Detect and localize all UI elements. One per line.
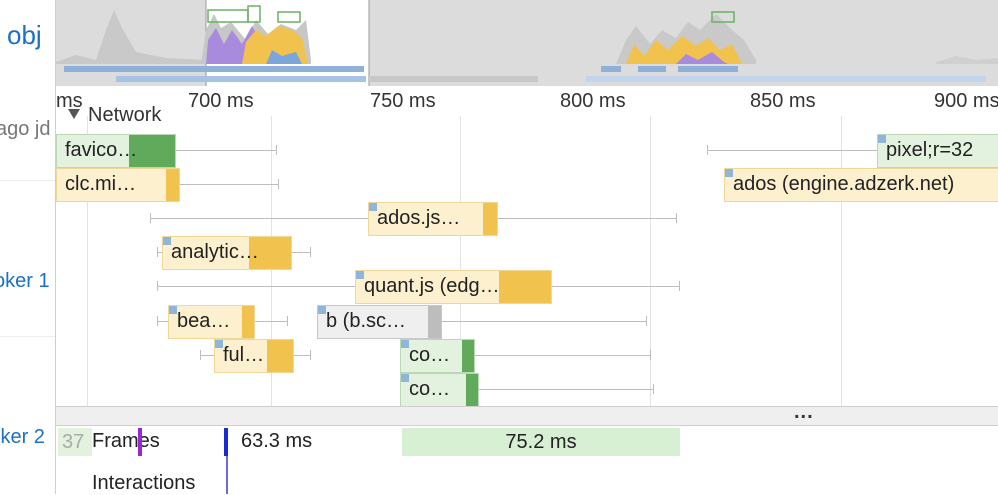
request-whisker	[646, 316, 647, 326]
network-track-header[interactable]: Network	[68, 104, 161, 127]
left-panel-divider	[0, 180, 56, 181]
request-label: quant.js (edg…	[364, 275, 500, 297]
tick-label: 850 ms	[750, 90, 816, 112]
interactions-title: Interactions	[92, 472, 196, 494]
left-panel-title: obj	[7, 20, 42, 50]
request-whisker	[310, 247, 311, 257]
request-whisker	[157, 321, 168, 322]
request-label: ados (engine.adzerk.net)	[733, 173, 955, 195]
request-whisker	[200, 350, 201, 360]
tick-label: 700 ms	[188, 90, 254, 112]
timeline-overview[interactable]	[56, 0, 998, 86]
priority-marker	[878, 135, 886, 143]
request-whisker	[650, 350, 651, 360]
priority-marker	[356, 271, 364, 279]
request-whisker	[469, 389, 653, 390]
network-request[interactable]: bea…	[168, 305, 255, 339]
track-splitter[interactable]: ...	[56, 401, 998, 426]
overview-graph	[56, 0, 998, 86]
request-whisker	[200, 355, 214, 356]
request-whisker	[165, 150, 276, 151]
priority-marker	[163, 237, 171, 245]
request-whisker	[707, 145, 708, 155]
request-whisker	[150, 218, 368, 219]
left-panel-link-worker1[interactable]: oker 1	[0, 270, 50, 293]
left-panel-text-ago[interactable]: ago jd	[0, 118, 51, 141]
priority-marker	[215, 340, 223, 348]
network-request[interactable]: ados (engine.adzerk.net)	[724, 168, 998, 202]
network-request[interactable]: co…	[400, 339, 475, 373]
network-request[interactable]: pixel;r=32	[877, 134, 998, 168]
triangle-down-icon[interactable]	[68, 109, 80, 119]
frame-block[interactable]: 37	[58, 428, 92, 456]
left-panel: obj ago jd oker 1 lker 2	[0, 0, 56, 494]
network-request[interactable]: clc.mi…	[56, 168, 180, 202]
request-whisker	[542, 286, 679, 287]
request-label: bea…	[177, 310, 231, 332]
network-request[interactable]: favico…	[56, 134, 176, 168]
more-dots-icon[interactable]: ...	[794, 401, 814, 424]
request-label: co…	[409, 378, 451, 400]
left-panel-divider	[0, 336, 56, 337]
request-label: ados.js…	[377, 207, 461, 229]
grid-line	[841, 86, 842, 406]
request-label: analytic…	[171, 241, 259, 263]
network-request[interactable]: ful…	[214, 339, 294, 373]
frame-duration[interactable]: 75.2 ms	[402, 428, 680, 456]
priority-marker	[169, 306, 177, 314]
frame-marker	[138, 428, 142, 456]
frames-title: Frames	[92, 430, 160, 452]
frame-marker	[224, 428, 228, 456]
request-whisker	[157, 247, 158, 257]
tick-label: 900 ms	[934, 90, 998, 112]
network-request[interactable]: b (b.sc…	[317, 305, 442, 339]
frame-duration[interactable]: 63.3 ms	[241, 430, 312, 453]
request-whisker	[157, 316, 158, 326]
interaction-marker	[226, 456, 228, 494]
request-whisker	[310, 350, 311, 360]
priority-marker	[369, 203, 377, 211]
priority-marker	[318, 306, 326, 314]
request-whisker	[679, 281, 680, 291]
request-whisker	[157, 286, 355, 287]
priority-marker	[401, 340, 409, 348]
request-whisker	[278, 179, 279, 189]
request-label: pixel;r=32	[886, 139, 974, 161]
request-whisker	[276, 145, 277, 155]
request-label: favico…	[65, 139, 138, 161]
request-whisker	[707, 150, 877, 151]
request-whisker	[287, 316, 288, 326]
frames-track: 37 Frames 63.3 ms 75.2 ms Interactions	[56, 426, 998, 494]
request-whisker	[465, 355, 650, 356]
network-request[interactable]: co…	[400, 373, 479, 407]
tick-label: 750 ms	[370, 90, 436, 112]
request-whisker	[653, 384, 654, 394]
network-title: Network	[88, 104, 162, 126]
request-label: co…	[409, 344, 451, 366]
priority-marker	[725, 169, 733, 177]
request-whisker	[150, 213, 151, 223]
request-label: ful…	[223, 344, 265, 366]
request-whisker	[676, 213, 677, 223]
request-label: b (b.sc…	[326, 310, 407, 332]
request-whisker	[432, 321, 646, 322]
priority-marker	[401, 374, 409, 382]
request-label: clc.mi…	[65, 173, 137, 195]
request-whisker	[488, 218, 676, 219]
request-whisker	[157, 281, 158, 291]
network-request[interactable]: analytic…	[162, 236, 292, 270]
tick-label: 800 ms	[560, 90, 626, 112]
time-ruler: ms 700 ms 750 ms 800 ms 850 ms 900 ms	[56, 86, 998, 116]
network-request[interactable]: quant.js (edg…	[355, 270, 552, 304]
network-request[interactable]: ados.js…	[368, 202, 498, 236]
left-panel-link-worker2[interactable]: lker 2	[0, 426, 45, 449]
request-whisker	[170, 184, 278, 185]
